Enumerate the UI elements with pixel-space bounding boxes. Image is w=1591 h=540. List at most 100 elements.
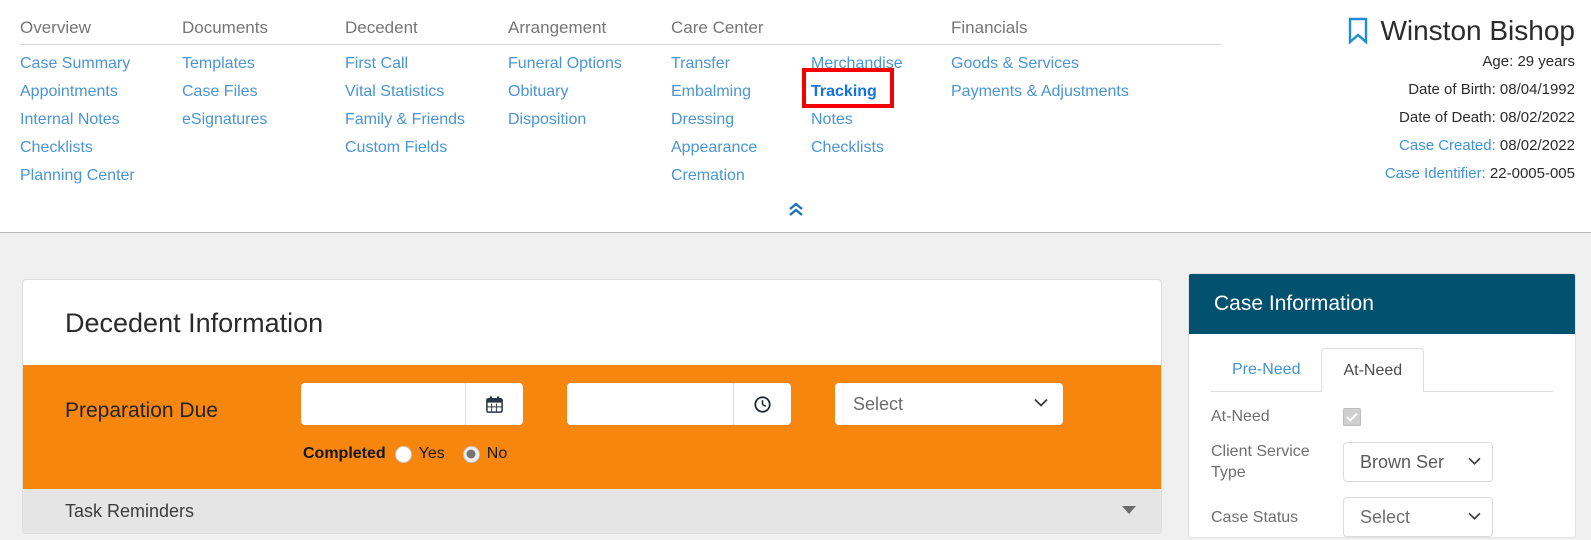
- case-information-tabs: Pre-Need At-Need: [1211, 347, 1553, 392]
- nav-heading-arrangement: Arrangement: [508, 18, 671, 45]
- decedent-information-title: Decedent Information: [65, 308, 324, 338]
- nav-column-financials: Financials Goods & Services Payments & A…: [951, 18, 1221, 106]
- nav-link-cremation[interactable]: Cremation: [671, 162, 811, 190]
- nav-links-financials: Goods & Services Payments & Adjustments: [951, 45, 1221, 106]
- case-header: Winston Bishop Age: 29 years Date of Bir…: [1346, 14, 1575, 188]
- nav-link-custom-fields[interactable]: Custom Fields: [345, 134, 508, 162]
- nav-link-tracking[interactable]: Tracking: [811, 78, 877, 106]
- completed-option-yes[interactable]: Yes: [394, 445, 445, 463]
- nav-link-appearance[interactable]: Appearance: [671, 134, 811, 162]
- nav-links-overview: Case Summary Appointments Internal Notes…: [20, 45, 182, 190]
- case-dod-label: Date of Death:: [1399, 109, 1496, 126]
- collapse-menu-button[interactable]: [0, 202, 1591, 223]
- nav-column-overview: Overview Case Summary Appointments Inter…: [20, 18, 182, 190]
- tracking-link-wrapper: Tracking: [802, 68, 894, 108]
- nav-column-care-center: Care Center Transfer Embalming Dressing …: [671, 18, 951, 190]
- nav-link-care-checklists[interactable]: Checklists: [811, 134, 903, 162]
- nav-link-appointments[interactable]: Appointments: [20, 78, 182, 106]
- nav-link-case-files[interactable]: Case Files: [182, 78, 345, 106]
- case-identifier-value: 22-0005-005: [1489, 165, 1575, 182]
- client-service-type-select[interactable]: Brown Ser: [1343, 442, 1493, 482]
- nav-heading-documents: Documents: [182, 18, 345, 45]
- page-title: Winston Bishop: [1380, 15, 1575, 46]
- check-icon: [1346, 412, 1358, 422]
- case-age: Age: 29 years: [1346, 48, 1575, 76]
- preparation-time-input[interactable]: [567, 383, 733, 425]
- nav-link-vital-statistics[interactable]: Vital Statistics: [345, 78, 508, 106]
- case-info-row-case-status: Case Status Select: [1211, 497, 1553, 537]
- case-created-value: 08/02/2022: [1499, 137, 1575, 154]
- nav-link-embalming[interactable]: Embalming: [671, 78, 811, 106]
- case-identifier: Case Identifier: 22-0005-005: [1346, 160, 1575, 188]
- double-chevron-up-icon: [788, 202, 803, 216]
- nav-link-first-call[interactable]: First Call: [345, 50, 508, 78]
- calendar-picker-button[interactable]: [465, 383, 523, 425]
- radio-no[interactable]: [462, 445, 480, 463]
- completed-label: Completed: [303, 445, 386, 462]
- nav-link-disposition[interactable]: Disposition: [508, 106, 671, 134]
- client-service-type-value: Brown Ser: [1360, 451, 1445, 472]
- case-info-row-client-service-type: Client Service Type Brown Ser: [1211, 441, 1553, 483]
- nav-links-arrangement: Funeral Options Obituary Disposition: [508, 45, 671, 134]
- preparation-due-label: Preparation Due: [65, 399, 218, 422]
- at-need-label: At-Need: [1211, 408, 1270, 425]
- preparation-type-select[interactable]: Select: [835, 383, 1063, 425]
- nav-link-esignatures[interactable]: eSignatures: [182, 106, 345, 134]
- nav-link-transfer[interactable]: Transfer: [671, 50, 811, 78]
- preparation-date-group: [301, 383, 523, 425]
- mega-menu-nav: Overview Case Summary Appointments Inter…: [0, 0, 1591, 233]
- tab-at-need[interactable]: At-Need: [1321, 348, 1425, 392]
- nav-link-notes[interactable]: Notes: [811, 106, 903, 134]
- nav-link-planning-center[interactable]: Planning Center: [20, 162, 182, 190]
- case-created-label[interactable]: Case Created:: [1399, 137, 1496, 154]
- preparation-date-input[interactable]: [301, 383, 465, 425]
- preparation-time-group: [567, 383, 791, 425]
- radio-no-label: No: [486, 445, 508, 462]
- case-age-label: Age:: [1482, 53, 1514, 70]
- chevron-down-icon: [1033, 395, 1049, 413]
- completed-radio-row: Completed Yes No: [301, 445, 1161, 463]
- care-center-left-column: Transfer Embalming Dressing Appearance C…: [671, 50, 811, 190]
- case-info-row-at-need: At-Need: [1211, 406, 1553, 427]
- nav-column-arrangement: Arrangement Funeral Options Obituary Dis…: [508, 18, 671, 134]
- tab-pre-need[interactable]: Pre-Need: [1211, 348, 1321, 392]
- chevron-down-icon: [1464, 453, 1482, 471]
- preparation-type-select-value: Select: [853, 393, 904, 414]
- case-age-value: 29 years: [1517, 53, 1575, 70]
- case-name-row: Winston Bishop: [1346, 14, 1575, 48]
- completed-option-no[interactable]: No: [462, 445, 508, 463]
- task-reminders-label: Task Reminders: [65, 500, 195, 521]
- care-center-right-column: Merchandise Tracking Notes Checklists: [802, 50, 903, 190]
- chevron-down-icon: [1464, 508, 1482, 526]
- nav-link-payments-adjustments[interactable]: Payments & Adjustments: [951, 78, 1221, 106]
- at-need-checkbox: [1343, 407, 1361, 426]
- nav-link-goods-services[interactable]: Goods & Services: [951, 50, 1221, 78]
- nav-link-merchandise[interactable]: Merchandise: [811, 50, 903, 78]
- nav-link-templates[interactable]: Templates: [182, 50, 345, 78]
- nav-column-decedent: Decedent First Call Vital Statistics Fam…: [345, 18, 508, 162]
- case-dob: Date of Birth: 08/04/1992: [1346, 76, 1575, 104]
- nav-link-case-summary[interactable]: Case Summary: [20, 50, 182, 78]
- nav-heading-care-center: Care Center: [671, 18, 951, 45]
- nav-links-documents: Templates Case Files eSignatures: [182, 45, 345, 134]
- nav-link-family-friends[interactable]: Family & Friends: [345, 106, 508, 134]
- case-status-value: Select: [1360, 506, 1411, 527]
- nav-link-obituary[interactable]: Obituary: [508, 78, 671, 106]
- case-status-select[interactable]: Select: [1343, 497, 1493, 537]
- nav-link-checklists[interactable]: Checklists: [20, 134, 182, 162]
- nav-heading-decedent: Decedent: [345, 18, 508, 45]
- nav-link-internal-notes[interactable]: Internal Notes: [20, 106, 182, 134]
- radio-yes[interactable]: [394, 445, 412, 463]
- content-area: Decedent Information Preparation Due Sel…: [0, 233, 1591, 540]
- time-picker-button[interactable]: [733, 383, 791, 425]
- case-identifier-label[interactable]: Case Identifier:: [1385, 165, 1486, 182]
- nav-heading-overview: Overview: [20, 18, 182, 45]
- bookmark-icon[interactable]: [1346, 17, 1370, 45]
- radio-yes-label: Yes: [418, 445, 445, 462]
- nav-link-dressing[interactable]: Dressing: [671, 106, 811, 134]
- preparation-due-row: Preparation Due Select Completed Yes No: [23, 365, 1161, 489]
- nav-link-funeral-options[interactable]: Funeral Options: [508, 50, 671, 78]
- task-reminders-accordion[interactable]: Task Reminders: [23, 489, 1161, 533]
- nav-heading-financials: Financials: [951, 18, 1221, 45]
- calendar-icon: [486, 395, 503, 413]
